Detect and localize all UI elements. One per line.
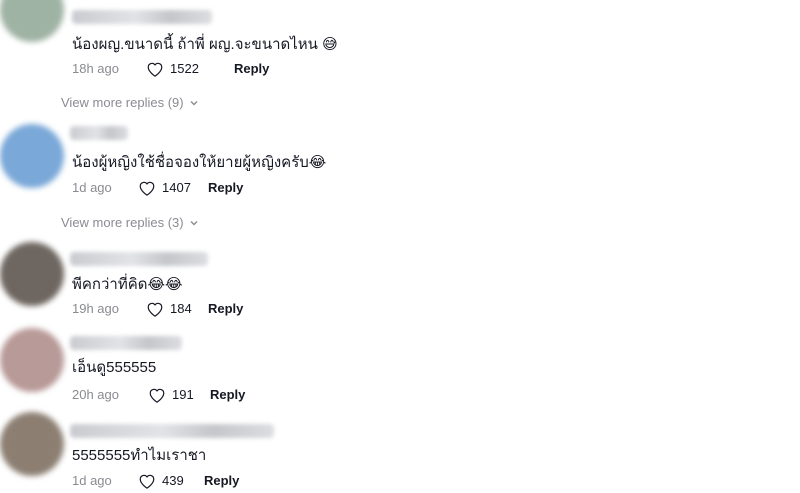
like-count: 1407 bbox=[162, 180, 191, 195]
heart-icon bbox=[139, 181, 155, 196]
username-blurred[interactable] bbox=[70, 252, 208, 266]
comment-meta: 1d ago 1407 Reply bbox=[72, 179, 243, 197]
like-button[interactable]: 184 bbox=[146, 300, 208, 318]
comment-meta: 20h ago 191 Reply bbox=[72, 386, 245, 404]
heart-icon bbox=[147, 62, 163, 77]
view-more-replies[interactable]: View more replies (9) bbox=[61, 94, 199, 112]
comment-timestamp: 19h ago bbox=[72, 301, 119, 316]
heart-icon bbox=[147, 302, 163, 317]
username-blurred[interactable] bbox=[72, 10, 212, 24]
comment-text: น้องผญ.ขนาดนี้ ถ้าพี่ ผญ.จะขนาดไหน 😅 bbox=[72, 35, 338, 53]
like-button[interactable]: 191 bbox=[148, 386, 210, 404]
avatar[interactable] bbox=[0, 412, 64, 476]
heart-icon bbox=[149, 388, 165, 403]
view-more-label: View more replies (3) bbox=[61, 215, 184, 230]
like-button[interactable]: 1522 bbox=[146, 60, 234, 78]
comment-timestamp: 20h ago bbox=[72, 387, 119, 402]
chevron-down-icon bbox=[190, 101, 198, 106]
heart-icon bbox=[139, 474, 155, 489]
avatar[interactable] bbox=[0, 328, 64, 392]
avatar[interactable] bbox=[0, 242, 64, 306]
comment-meta: 19h ago 184 Reply bbox=[72, 300, 243, 318]
view-more-replies[interactable]: View more replies (3) bbox=[61, 214, 199, 232]
like-count: 191 bbox=[172, 387, 194, 402]
like-count: 439 bbox=[162, 473, 184, 488]
reply-button[interactable]: Reply bbox=[208, 179, 243, 197]
username-blurred[interactable] bbox=[70, 424, 274, 438]
chevron-down-icon bbox=[190, 221, 198, 226]
view-more-label: View more replies (9) bbox=[61, 95, 184, 110]
comment-timestamp: 1d ago bbox=[72, 180, 112, 195]
avatar[interactable] bbox=[0, 124, 64, 188]
comment-meta: 18h ago 1522 Reply bbox=[72, 60, 269, 78]
like-button[interactable]: 1407 bbox=[138, 179, 208, 197]
like-count: 1522 bbox=[170, 61, 199, 76]
emoji: 😅 bbox=[322, 35, 338, 53]
comment-text: น้องผู้หญิงใช้ชื่อจองให้ยายผู้หญิงครับ😂 bbox=[72, 153, 327, 171]
comment-text: พีคกว่าที่คิด😂😂 bbox=[72, 275, 183, 293]
comment-text: 5555555ทำไมเราชา bbox=[72, 447, 207, 464]
reply-button[interactable]: Reply bbox=[234, 60, 269, 78]
username-blurred[interactable] bbox=[70, 126, 128, 140]
emoji: 😂 bbox=[308, 153, 327, 171]
reply-button[interactable]: Reply bbox=[208, 300, 243, 318]
emoji: 😂😂 bbox=[147, 275, 183, 293]
comment-text: เอ็นดู555555 bbox=[72, 359, 157, 376]
avatar[interactable] bbox=[0, 0, 64, 42]
reply-button[interactable]: Reply bbox=[210, 386, 245, 404]
like-button[interactable]: 439 bbox=[138, 472, 204, 490]
comment-timestamp: 1d ago bbox=[72, 473, 112, 488]
username-blurred[interactable] bbox=[70, 336, 182, 350]
like-count: 184 bbox=[170, 301, 192, 316]
comment-meta: 1d ago 439 Reply bbox=[72, 472, 239, 490]
comment-timestamp: 18h ago bbox=[72, 61, 119, 76]
reply-button[interactable]: Reply bbox=[204, 472, 239, 490]
